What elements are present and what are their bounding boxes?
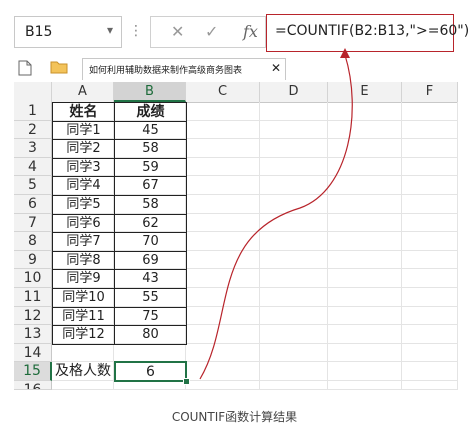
- callout-arrow: [199, 48, 353, 380]
- figure-caption: COUNTIF函数计算结果: [171, 410, 298, 424]
